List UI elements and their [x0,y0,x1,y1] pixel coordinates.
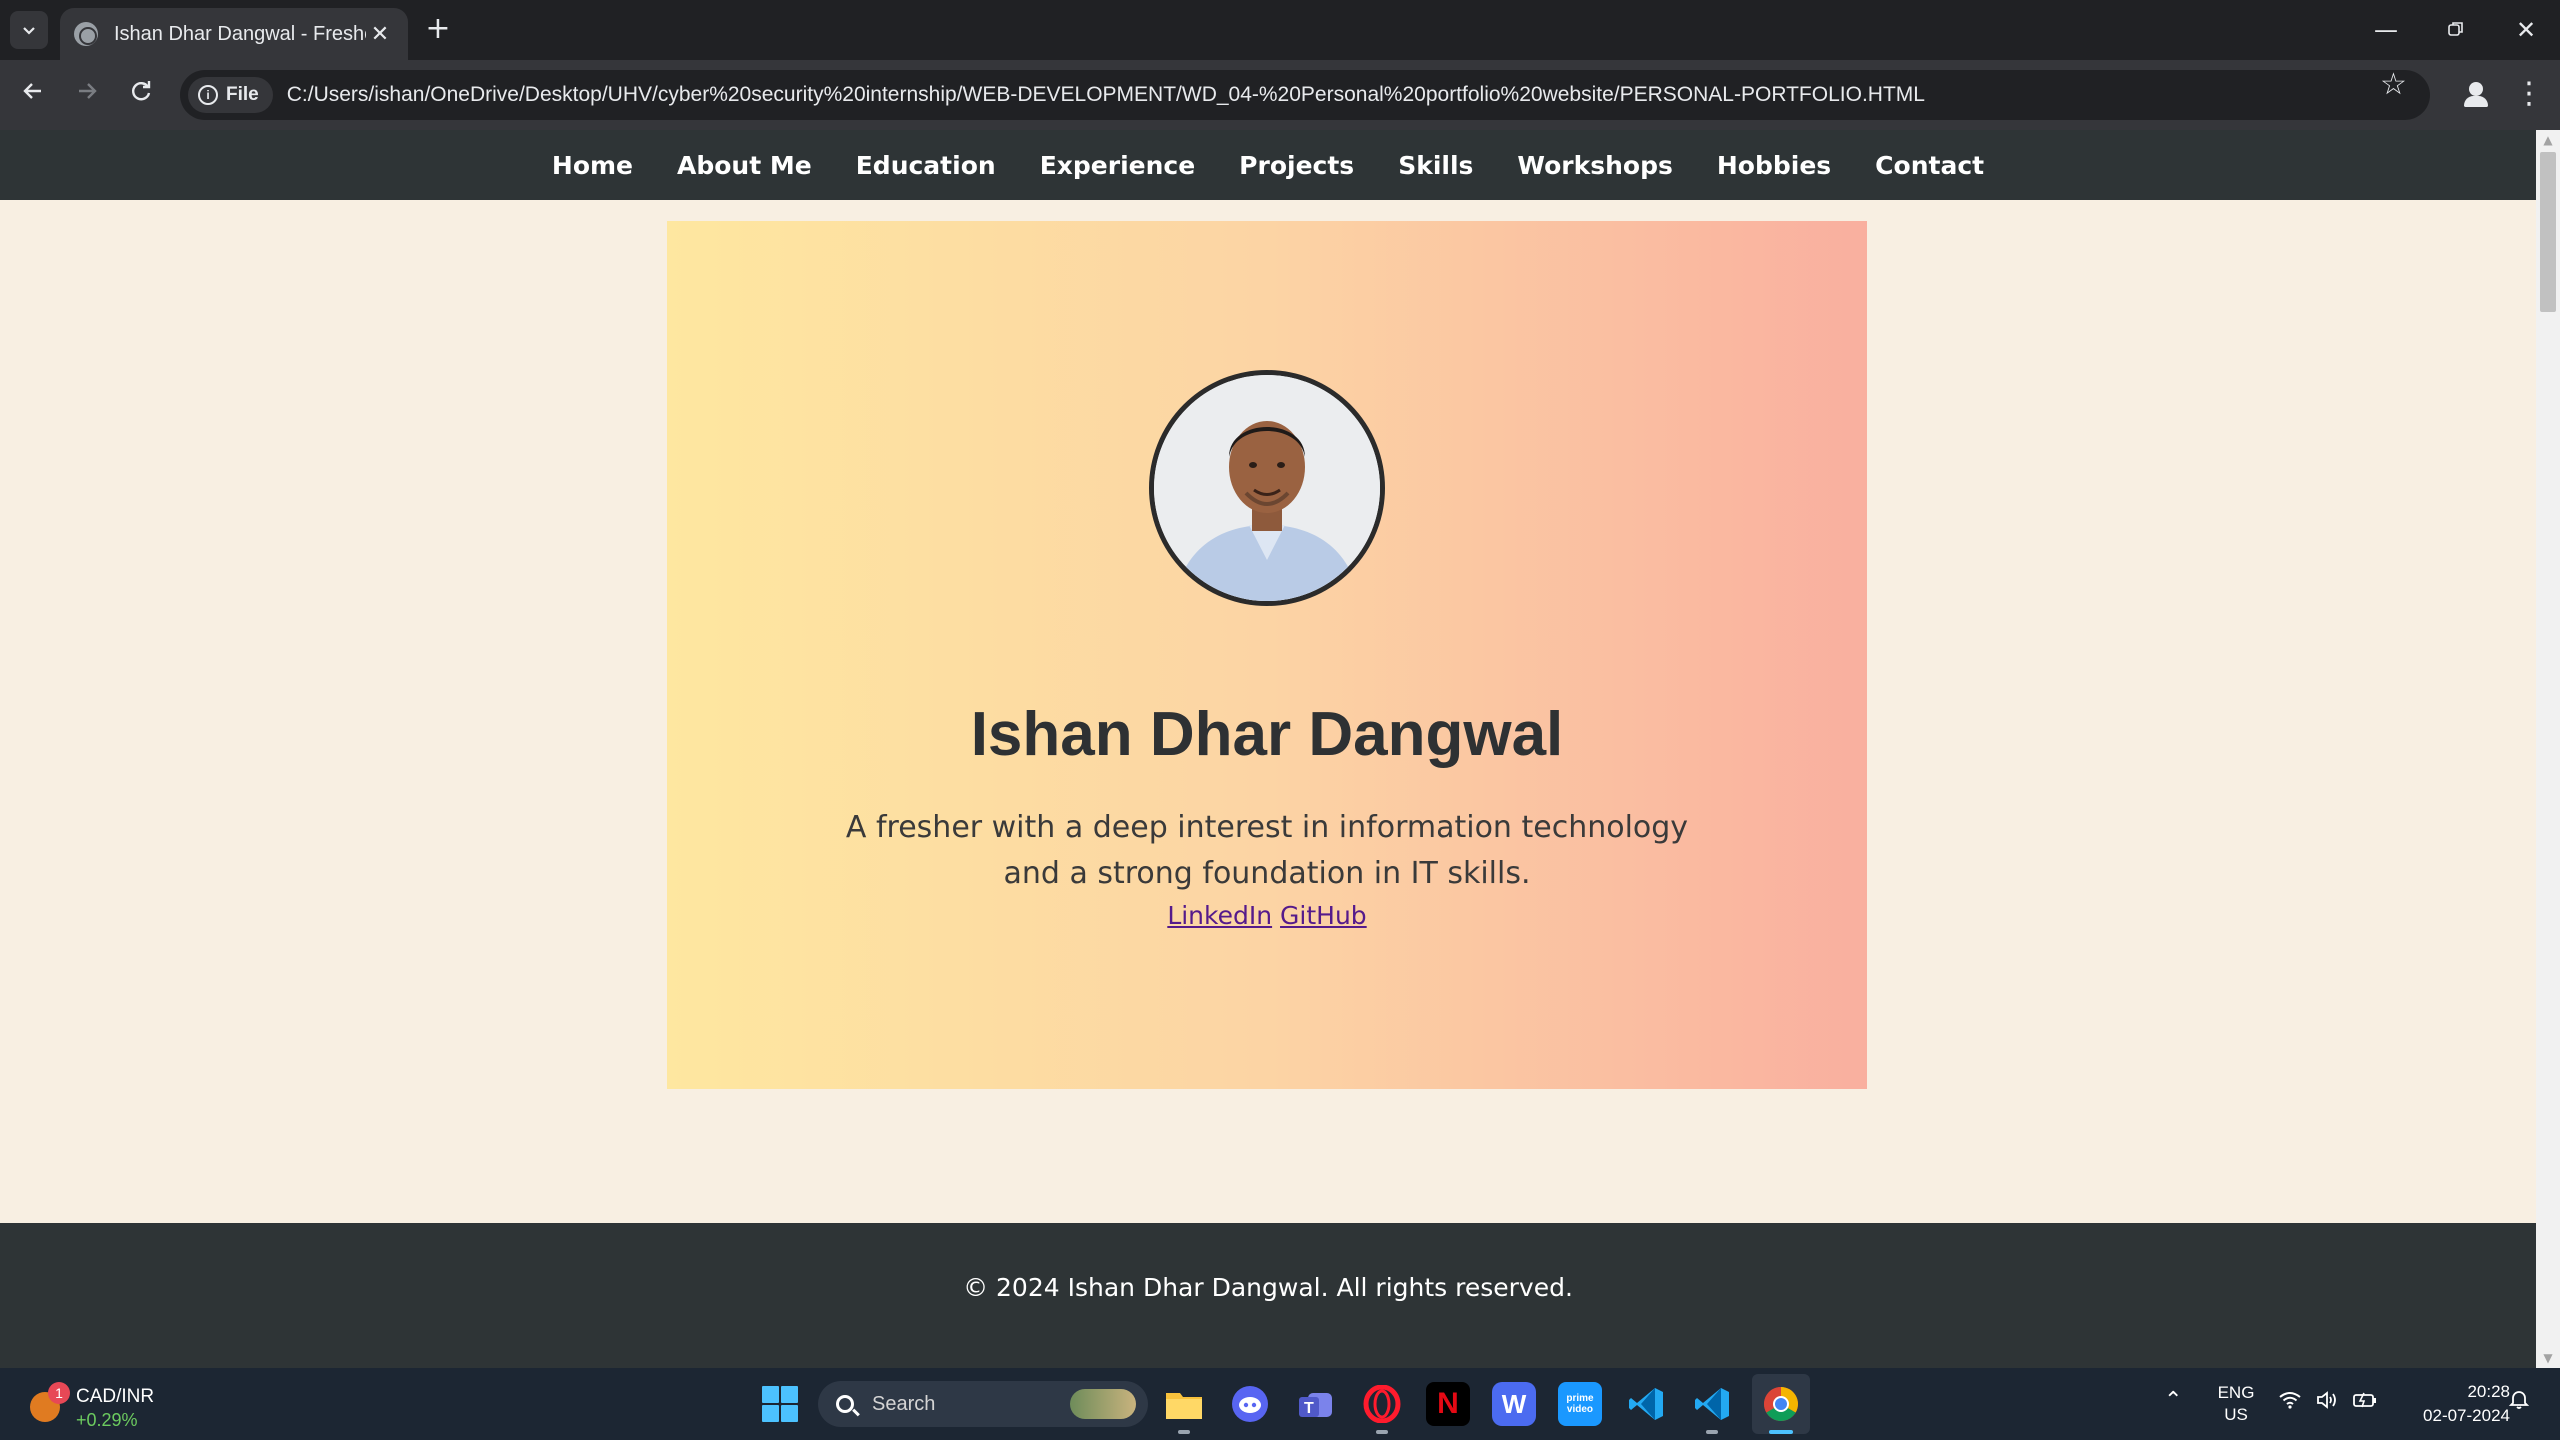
site-info-chip[interactable]: i File [188,77,273,113]
battery-icon[interactable] [2352,1390,2378,1416]
nav-projects[interactable]: Projects [1239,151,1354,180]
language-code: ENG [2217,1383,2255,1402]
profile-photo [1149,370,1385,606]
nav-hobbies[interactable]: Hobbies [1717,151,1831,180]
tray-chevron-up-icon[interactable]: ⌃ [2164,1388,2182,1413]
browser-tab-strip: Ishan Dhar Dangwal - Fresher ✕ + — ✕ [0,0,2560,60]
netflix-icon[interactable]: N [1426,1382,1470,1426]
nav-home[interactable]: Home [552,151,633,180]
page-scrollbar[interactable]: ▲ ▼ [2536,130,2560,1368]
scroll-up-icon[interactable]: ▲ [2536,130,2560,150]
scrollbar-thumb[interactable] [2540,152,2556,312]
site-navigation: Home About Me Education Experience Proje… [0,130,2536,200]
widget-title: CAD/INR [76,1386,155,1407]
forward-icon [79,83,97,99]
notification-bell-icon[interactable] [2508,1388,2530,1416]
footer-copyright: © 2024 Ishan Dhar Dangwal. All rights re… [963,1273,1573,1302]
chevron-down-icon [23,27,35,35]
vscode-icon[interactable] [1624,1382,1668,1426]
browser-tab[interactable]: Ishan Dhar Dangwal - Fresher ✕ [60,8,408,60]
hero-section: Ishan Dhar Dangwal A fresher with a deep… [667,221,1867,1089]
site-chip-label: File [226,84,259,105]
site-footer: © 2024 Ishan Dhar Dangwal. All rights re… [0,1223,2536,1368]
profile-photo-illustration [1154,375,1380,601]
restore-icon [2448,22,2463,36]
language-indicator[interactable]: ENG US [2214,1382,2258,1426]
opera-icon[interactable] [1360,1382,1404,1434]
page-viewport: Home About Me Education Experience Proje… [0,130,2560,1368]
scroll-down-icon[interactable]: ▼ [2536,1348,2560,1368]
bookmark-star-icon[interactable]: ☆ [2380,65,2407,105]
wifi-icon[interactable] [2278,1390,2302,1416]
profile-icon[interactable] [2456,74,2496,114]
nav-education[interactable]: Education [856,151,996,180]
browser-toolbar: i File C:/Users/ishan/OneDrive/Desktop/U… [0,60,2560,130]
windows-start-icon[interactable] [762,1386,798,1422]
search-highlight-image [1070,1389,1136,1419]
hero-name: Ishan Dhar Dangwal [970,700,1564,769]
reload-icon [132,81,151,101]
svg-text:T: T [1304,1400,1314,1417]
minimize-button[interactable]: — [2356,10,2416,50]
back-button[interactable] [12,74,54,116]
hero-tagline: A fresher with a deep interest in inform… [845,810,1689,891]
social-links: LinkedIn GitHub [667,901,1867,930]
close-window-button[interactable]: ✕ [2496,10,2556,50]
new-tab-button[interactable]: + [420,12,456,48]
chrome-icon[interactable] [1759,1382,1803,1434]
restore-button[interactable] [2426,10,2486,50]
tab-search-button[interactable] [10,11,48,49]
nav-experience[interactable]: Experience [1040,151,1195,180]
nav-contact[interactable]: Contact [1875,151,1984,180]
reload-button[interactable] [120,74,162,116]
keyboard-region: US [2224,1405,2248,1424]
weather-widget[interactable]: 1 CAD/INR +0.29% [26,1378,226,1430]
nav-workshops[interactable]: Workshops [1517,151,1672,180]
github-link[interactable]: GitHub [1280,901,1367,930]
volume-icon[interactable] [2316,1390,2340,1416]
search-icon [836,1395,854,1413]
prime-video-icon[interactable]: prime video [1558,1382,1602,1426]
address-bar[interactable]: i File C:/Users/ishan/OneDrive/Desktop/U… [180,70,2430,120]
vscode-insiders-icon[interactable] [1690,1382,1734,1434]
teams-icon[interactable]: T [1294,1382,1338,1426]
linkedin-link[interactable]: LinkedIn [1167,901,1272,930]
info-icon: i [198,85,218,105]
widget-value: +0.29% [76,1410,138,1430]
taskbar: 1 CAD/INR +0.29% Search T N W prime video [0,1368,2560,1440]
close-tab-icon[interactable]: ✕ [366,22,394,47]
webtoon-icon[interactable]: W [1492,1382,1536,1426]
system-clock[interactable]: 20:28 02-07-2024 [2390,1380,2510,1428]
discord-icon[interactable] [1228,1382,1272,1426]
clock-time: 20:28 [2467,1382,2510,1401]
globe-icon [74,22,98,46]
forward-button[interactable] [66,74,108,116]
clock-date: 02-07-2024 [2423,1406,2510,1425]
url-text[interactable]: C:/Users/ishan/OneDrive/Desktop/UHV/cybe… [287,83,1925,107]
tab-title: Ishan Dhar Dangwal - Fresher [114,22,366,45]
notification-badge: 1 [48,1382,70,1404]
back-icon [23,83,41,99]
file-explorer-icon[interactable] [1162,1382,1206,1434]
browser-menu-icon[interactable]: ⋮ [2514,74,2544,116]
nav-skills[interactable]: Skills [1398,151,1473,180]
taskbar-search[interactable]: Search [818,1381,1148,1427]
search-label: Search [872,1392,936,1415]
nav-about-me[interactable]: About Me [677,151,812,180]
